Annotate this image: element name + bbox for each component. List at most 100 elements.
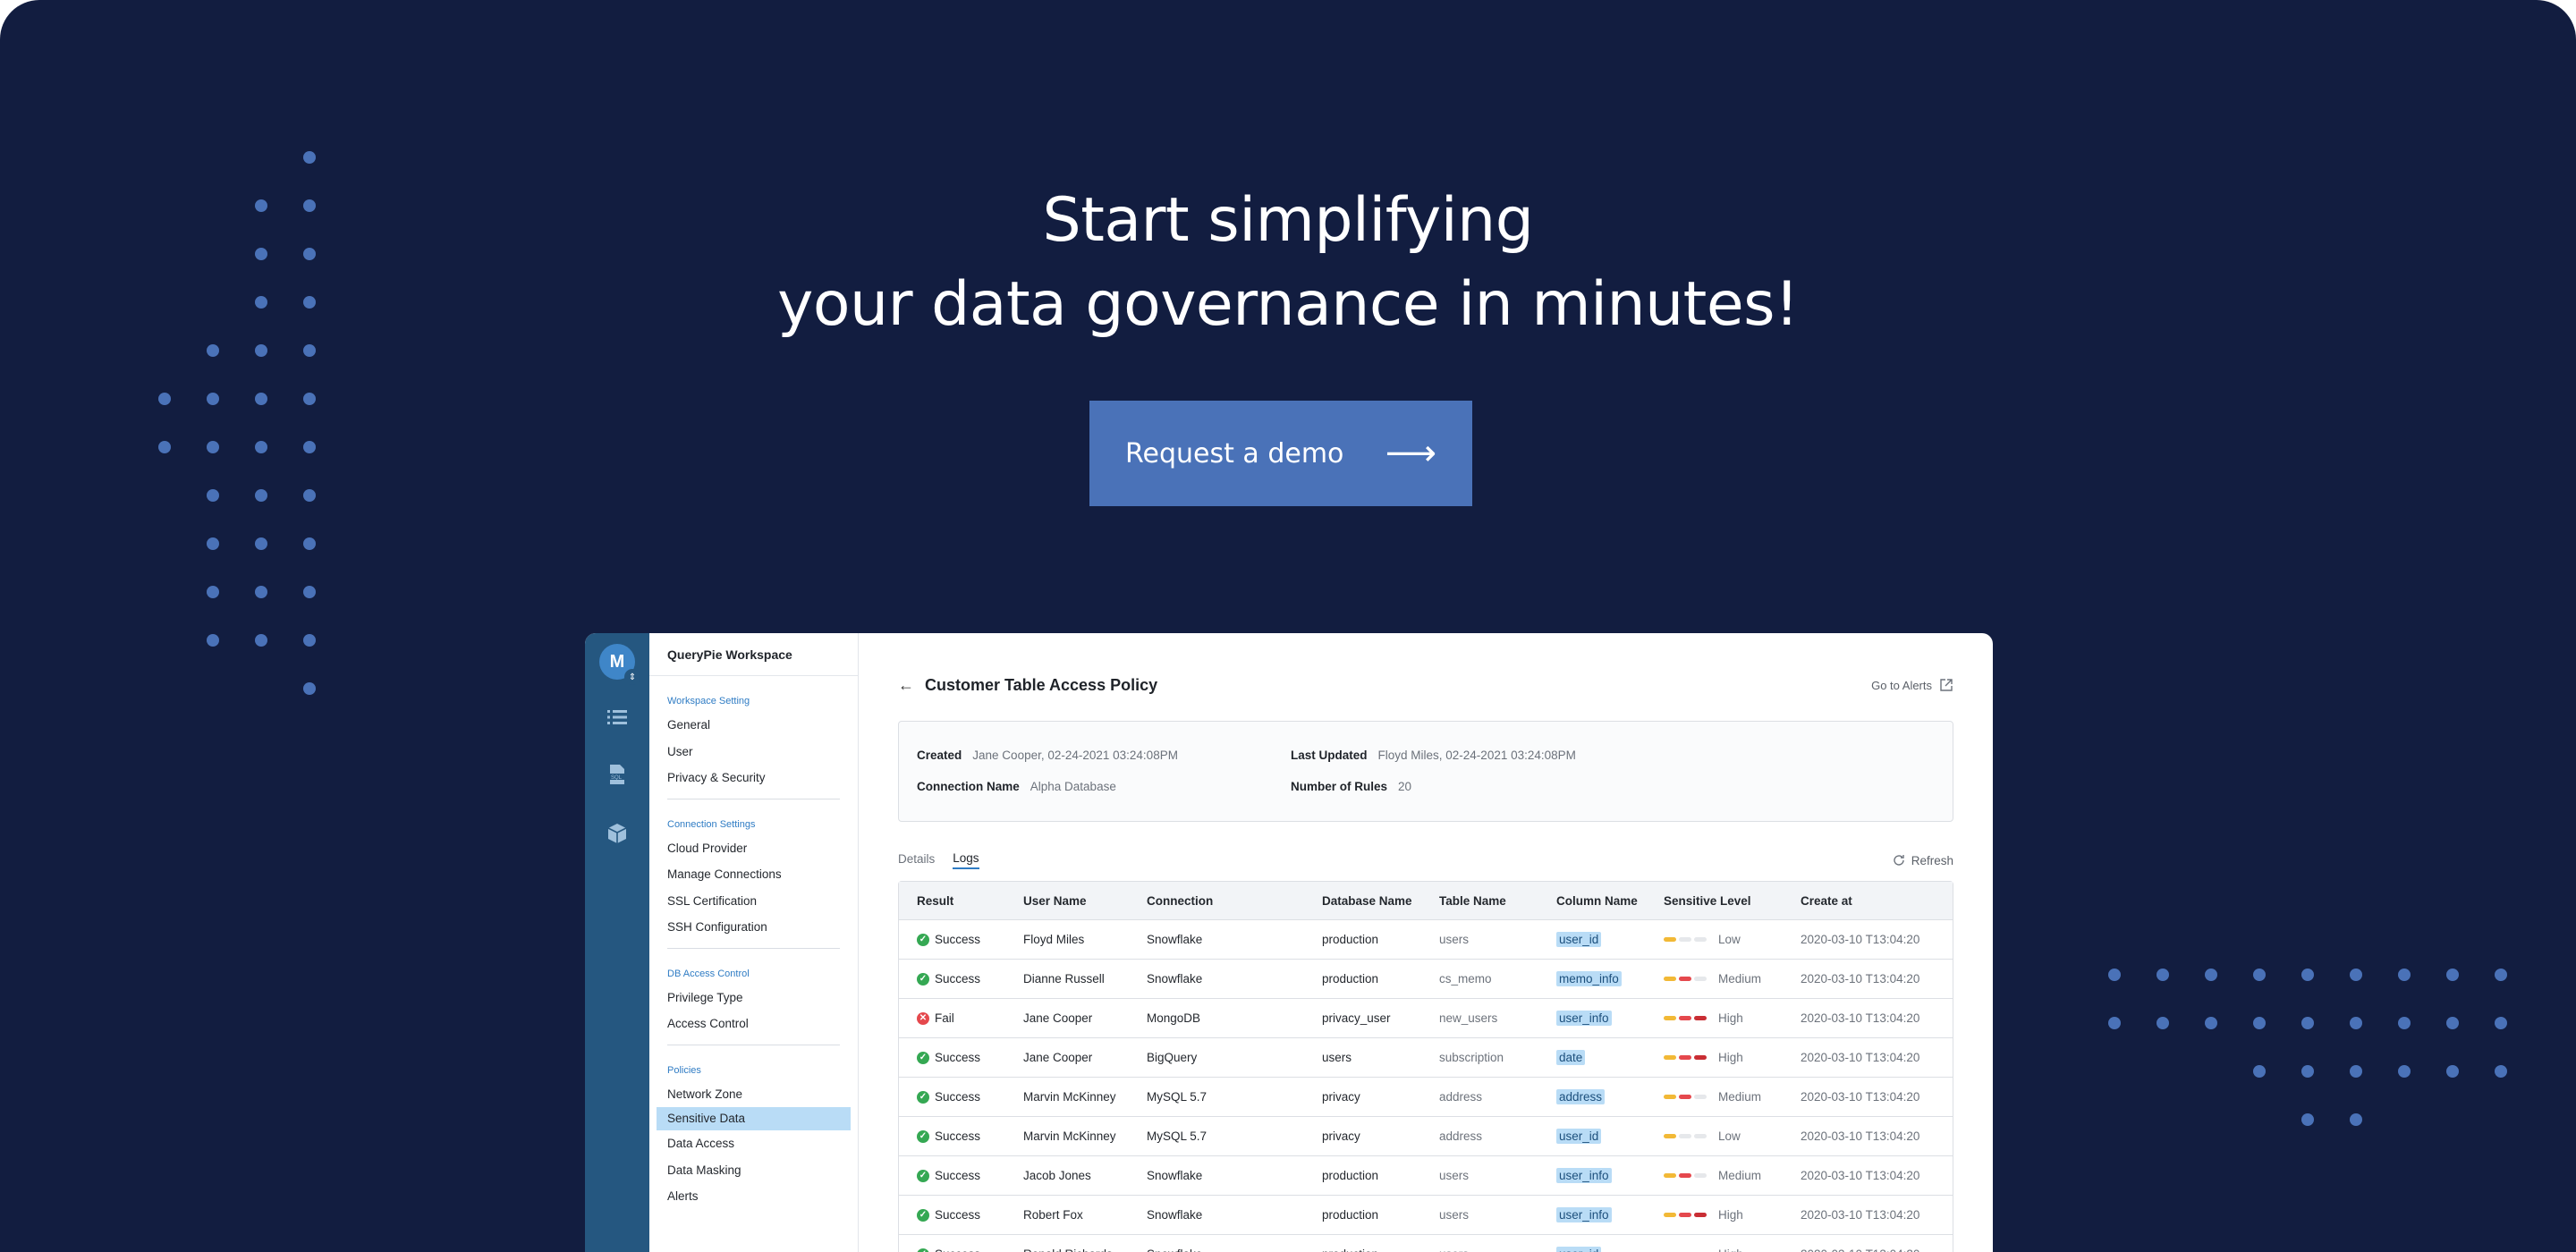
table-name-cell: users bbox=[1439, 1169, 1470, 1182]
column-name-cell: date bbox=[1538, 1050, 1646, 1065]
user-name-cell: Ronald Richards bbox=[1005, 1248, 1129, 1252]
sensitivity-level-indicator bbox=[1664, 1055, 1709, 1060]
table-row[interactable]: ✓ Success Marvin McKinney MySQL 5.7 privacy a… bbox=[899, 1117, 1953, 1156]
decorative-dot bbox=[2301, 969, 2314, 981]
menu-item-user[interactable]: User bbox=[667, 739, 840, 766]
menu-item-alerts[interactable]: Alerts bbox=[667, 1183, 840, 1210]
column-name-cell: address bbox=[1538, 1089, 1646, 1104]
level-text: High bbox=[1718, 1208, 1743, 1222]
switch-workspace-icon[interactable]: ⇕ bbox=[624, 669, 640, 685]
menu-item-privacy-security[interactable]: Privacy & Security bbox=[667, 765, 840, 791]
menu-item-general[interactable]: General bbox=[667, 712, 840, 739]
menu-item-ssl-certification[interactable]: SSL Certification bbox=[667, 888, 840, 915]
menu-item-ssh-configuration[interactable]: SSH Configuration bbox=[667, 914, 840, 941]
arrow-right-icon: ⟶ bbox=[1385, 433, 1436, 474]
result-cell: ✓ Success bbox=[899, 1169, 1005, 1182]
table-row[interactable]: ✕ Fail Jane Cooper MongoDB privacy_user new_u… bbox=[899, 999, 1953, 1038]
refresh-icon bbox=[1892, 853, 1906, 867]
menu-item-data-access[interactable]: Data Access bbox=[667, 1130, 840, 1157]
level-bar bbox=[1694, 977, 1707, 981]
decorative-dot bbox=[255, 634, 267, 647]
connection-name-field: Connection Name Alpha Database bbox=[917, 780, 1116, 793]
user-name-cell: Floyd Miles bbox=[1023, 933, 1085, 946]
column-header[interactable]: Column Name bbox=[1538, 894, 1646, 908]
decorative-dot bbox=[2350, 1017, 2362, 1029]
table-row[interactable]: ✓ Success Jacob Jones Snowflake production us… bbox=[899, 1156, 1953, 1196]
created-at-cell: 2020-03-10 T13:04:20 bbox=[1801, 972, 1920, 986]
column-header[interactable]: Sensitive Level bbox=[1646, 894, 1783, 908]
column-header[interactable]: User Name bbox=[1005, 894, 1129, 908]
menu-item-network-zone[interactable]: Network Zone bbox=[667, 1081, 840, 1108]
level-bar bbox=[1694, 1134, 1707, 1138]
column-header[interactable]: Result bbox=[899, 894, 1005, 908]
decorative-dot bbox=[303, 489, 316, 502]
refresh-label: Refresh bbox=[1911, 853, 1953, 867]
decorative-dot bbox=[2253, 1017, 2266, 1029]
column-name-tag: user_id bbox=[1556, 1247, 1602, 1252]
level-bar bbox=[1664, 1016, 1676, 1020]
package-icon[interactable] bbox=[605, 821, 630, 846]
column-header[interactable]: Connection bbox=[1129, 894, 1304, 908]
decorative-dot bbox=[2108, 969, 2121, 981]
refresh-button[interactable]: Refresh bbox=[1892, 853, 1953, 867]
database-name-cell: privacy bbox=[1322, 1129, 1360, 1143]
decorative-dot bbox=[2350, 1065, 2362, 1078]
request-demo-button[interactable]: Request a demo ⟶ bbox=[1089, 401, 1472, 506]
table-row[interactable]: ✓ Success Dianne Russell Snowflake productio… bbox=[899, 960, 1953, 999]
menu-item-access-control[interactable]: Access Control bbox=[667, 1011, 840, 1037]
sensitive-level-cell: High bbox=[1646, 1051, 1783, 1064]
list-icon[interactable] bbox=[605, 705, 630, 730]
connection-cell: MySQL 5.7 bbox=[1147, 1090, 1208, 1104]
created-at-cell: 2020-03-10 T13:04:20 bbox=[1801, 933, 1920, 946]
table-row[interactable]: ✓ Success Jane Cooper BigQuery users subscrip… bbox=[899, 1038, 1953, 1078]
menu-item-cloud-provider[interactable]: Cloud Provider bbox=[667, 835, 840, 862]
result-text: Success bbox=[935, 1169, 981, 1182]
decorative-dot bbox=[2398, 1065, 2411, 1078]
icon-rail: M ⇕ SQL bbox=[585, 633, 649, 1252]
decorative-dot bbox=[158, 393, 171, 405]
result-cell: ✓ Success bbox=[899, 1208, 1005, 1222]
created-at-cell: 2020-03-10 T13:04:20 bbox=[1783, 1248, 1926, 1252]
menu-group: Policies Network Zone Sensitive Data Data A… bbox=[657, 1045, 851, 1217]
level-bar bbox=[1664, 1055, 1676, 1060]
decorative-dot bbox=[207, 441, 219, 453]
tab-logs[interactable]: Logs bbox=[953, 851, 979, 869]
database-name-cell: production bbox=[1322, 1208, 1379, 1222]
level-bar bbox=[1694, 1213, 1707, 1217]
level-bar bbox=[1694, 1016, 1707, 1020]
table-row[interactable]: ✓ Success Floyd Miles Snowflake production us… bbox=[899, 920, 1953, 960]
table-name-cell: cs_memo bbox=[1439, 972, 1492, 986]
column-header[interactable]: Table Name bbox=[1421, 894, 1538, 908]
sensitivity-level-indicator bbox=[1664, 937, 1709, 942]
column-header[interactable]: Create at bbox=[1783, 894, 1926, 908]
headline-line-1: Start simplifying bbox=[1042, 185, 1534, 256]
decorative-dot bbox=[255, 586, 267, 598]
menu-item-data-masking[interactable]: Data Masking bbox=[667, 1157, 840, 1184]
column-name-tag: user_id bbox=[1556, 932, 1602, 947]
table-name-cell: address bbox=[1439, 1129, 1483, 1143]
go-to-alerts-link[interactable]: Go to Alerts bbox=[1871, 678, 1953, 692]
table-row[interactable]: ✓ Success Robert Fox Snowflake production use… bbox=[899, 1196, 1953, 1235]
sensitivity-level-indicator bbox=[1664, 1095, 1709, 1099]
decorative-dot bbox=[303, 634, 316, 647]
tab-bar: Details Logs Refresh bbox=[898, 850, 1953, 871]
hero-headline: Start simplifying your data governance i… bbox=[0, 179, 2576, 347]
level-text: High bbox=[1718, 1011, 1743, 1025]
menu-item-privilege-type[interactable]: Privilege Type bbox=[667, 985, 840, 1011]
decorative-dot bbox=[2205, 969, 2217, 981]
result-text: Success bbox=[935, 972, 981, 986]
decorative-dot bbox=[303, 682, 316, 695]
user-name-cell: Marvin McKinney bbox=[1023, 1129, 1116, 1143]
tab-details[interactable]: Details bbox=[898, 852, 935, 868]
table-row[interactable]: ✓ Success Marvin McKinney MySQL 5.7 privacy a… bbox=[899, 1078, 1953, 1117]
workspace-title: QueryPie Workspace bbox=[649, 633, 858, 676]
sql-file-icon[interactable]: SQL bbox=[605, 762, 630, 787]
back-arrow-icon[interactable]: ← bbox=[898, 676, 914, 695]
column-name-tag: date bbox=[1556, 1050, 1586, 1065]
menu-item-manage-connections[interactable]: Manage Connections bbox=[667, 861, 840, 888]
column-header[interactable]: Database Name bbox=[1304, 894, 1421, 908]
sensitive-level-cell: Low bbox=[1646, 933, 1783, 946]
table-row[interactable]: ✓ Success Ronald RichardsSnowflakeproducti… bbox=[899, 1235, 1953, 1252]
menu-item-sensitive-data[interactable]: Sensitive Data bbox=[657, 1107, 851, 1130]
level-bar bbox=[1694, 1095, 1707, 1099]
